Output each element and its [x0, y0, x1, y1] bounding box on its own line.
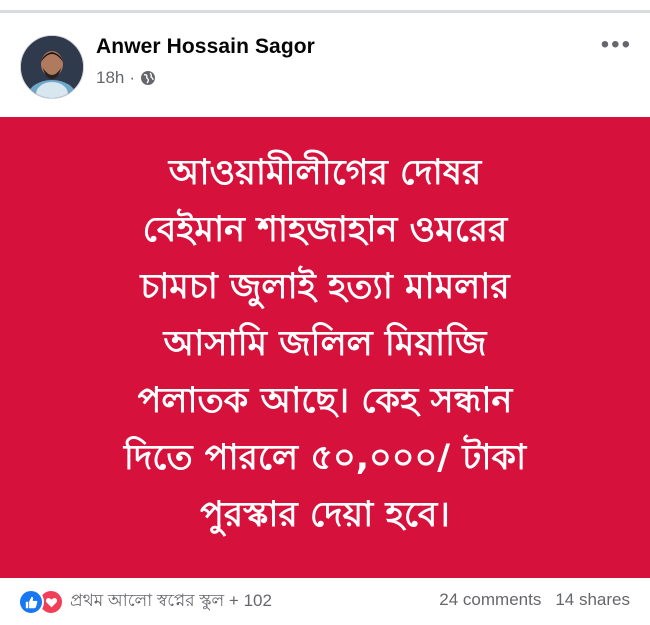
post-header: Anwer Hossain Sagor 18h · •••: [0, 13, 650, 117]
reactions-summary[interactable]: প্রথম আলো স্বপ্নের স্কুল + 102: [18, 588, 272, 616]
facebook-post: Anwer Hossain Sagor 18h · ••• আওয়ামীলীগ…: [0, 13, 650, 625]
author-name[interactable]: Anwer Hossain Sagor: [96, 35, 315, 59]
reaction-names[interactable]: প্রথম আলো স্বপ্নের স্কুল + 102: [70, 588, 272, 616]
post-banner: আওয়ামীলীগের দোষর বেইমান শাহজাহান ওমরের …: [0, 117, 650, 578]
banner-line: পলাতক আছে। কেহ সন্ধান: [137, 381, 513, 421]
shares-count[interactable]: 14 shares: [555, 590, 630, 610]
avatar[interactable]: [20, 35, 84, 99]
avatar-image: [21, 36, 83, 98]
like-icon: [18, 589, 44, 615]
post-stats: 24 comments 14 shares: [439, 590, 630, 610]
globe-icon: [140, 70, 156, 86]
banner-line: দিতে পারলে ৫০,০০০/ টাকা: [123, 438, 527, 478]
meta-separator: ·: [129, 68, 136, 87]
banner-line: আওয়ামীলীগের দোষর: [168, 153, 482, 193]
banner-line: পুরস্কার দেয়া হবে।: [200, 495, 450, 535]
more-options-icon[interactable]: •••: [601, 33, 632, 57]
banner-line: বেইমান শাহজাহান ওমরের: [142, 210, 508, 250]
banner-text: আওয়ামীলীগের দোষর বেইমান শাহজাহান ওমরের …: [45, 145, 605, 544]
banner-line: চামচা জুলাই হত্যা মামলার: [140, 267, 510, 307]
post-footer: প্রথম আলো স্বপ্নের স্কুল + 102 24 commen…: [0, 578, 650, 625]
post-time[interactable]: 18h: [96, 68, 124, 88]
comments-count[interactable]: 24 comments: [439, 590, 541, 610]
post-meta: 18h ·: [96, 68, 156, 88]
banner-line: আসামি জলিল মিয়াজি: [163, 324, 487, 364]
